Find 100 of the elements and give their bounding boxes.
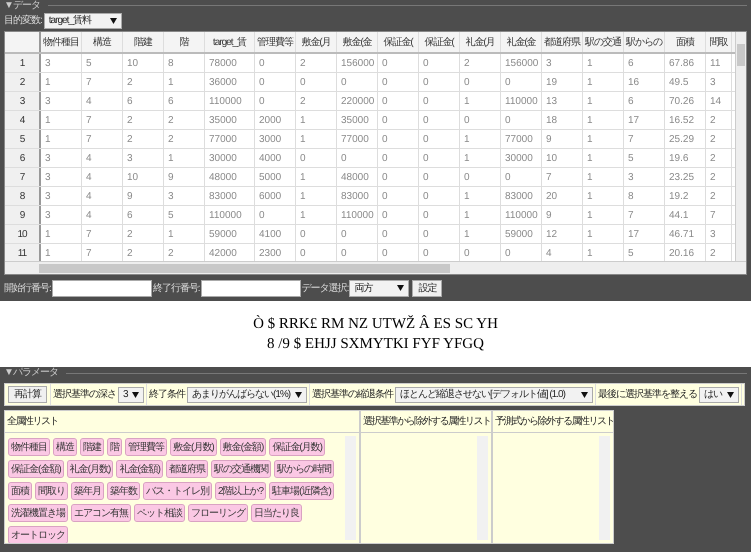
attribute-tag[interactable]: 日当たり良 (251, 504, 302, 522)
attribute-tag[interactable]: 都道府県 (166, 460, 208, 478)
attribute-tag[interactable]: 2階以上か? (215, 482, 266, 500)
attribute-tag[interactable]: 洗濯機置き場 (8, 504, 68, 522)
table-cell-text: 5 (168, 208, 174, 222)
setting-select[interactable]: ほとんど縮退させない[デフォルト値] (1.0) (395, 386, 593, 402)
table-cell-text: 83000 (209, 190, 237, 204)
attribute-tag[interactable]: 駐車場(近隣含) (269, 482, 334, 500)
table-cell-text: 6 (628, 94, 634, 108)
table-cell-text: 1 (45, 246, 51, 260)
table-cell-text: 1 (587, 228, 593, 242)
table-cell-text: 1 (300, 114, 306, 128)
attribute-tag[interactable]: オートロック (8, 526, 68, 543)
attribute-tag[interactable]: 礼金(月数) (66, 460, 114, 478)
table-cell-text: 23.25 (669, 170, 694, 184)
table-cell-text: 44.1 (669, 208, 688, 222)
row-number: 1 (20, 56, 24, 70)
column-header[interactable]: target_賃 (212, 34, 246, 50)
attribute-tag[interactable]: 管理費等 (125, 438, 167, 456)
attribute-tag[interactable]: ペット相談 (134, 504, 185, 522)
table-cell-text: 1 (587, 170, 593, 184)
attribute-tag[interactable]: 面積 (8, 482, 32, 500)
attribute-tag[interactable]: フローリング (188, 504, 248, 522)
attribute-tag[interactable]: 物件種目 (8, 438, 50, 456)
table-cell-text: 0 (423, 228, 429, 242)
table-cell-text: 0 (382, 152, 388, 166)
table-cell-text: 1 (587, 190, 593, 204)
caret-icon (581, 392, 588, 398)
table-cell-text: 1 (587, 208, 593, 222)
attribute-tag[interactable]: 保証金(月数) (269, 438, 326, 456)
column-header[interactable]: 階建 (134, 34, 152, 50)
table-cell-text: 10 (127, 56, 138, 70)
column-header[interactable]: 礼金(月 (465, 34, 495, 50)
attribute-tag[interactable]: 築年数 (107, 482, 140, 500)
attribute-tag[interactable]: 構造 (53, 438, 77, 456)
table-cell-text: 1 (300, 170, 306, 184)
column-header[interactable]: 保証金( (383, 34, 413, 50)
table-cell-text: 1 (464, 208, 470, 222)
column-header[interactable]: 保証金( (424, 34, 454, 50)
attribute-tag[interactable]: 築年月 (71, 482, 104, 500)
table-cell-text: 1 (45, 228, 51, 242)
attribute-tag[interactable]: 敷金(月数) (170, 438, 217, 456)
setting-select[interactable]: はい (699, 386, 739, 402)
table-cell-text: 3 (45, 208, 51, 222)
vertical-scrollbar[interactable] (735, 32, 746, 261)
attribute-tag[interactable]: 階 (107, 438, 122, 456)
table-cell-text: 19 (546, 76, 558, 90)
attribute-tag[interactable]: 間取り (35, 482, 68, 500)
column-header[interactable]: 面積 (676, 34, 694, 50)
attribute-tag[interactable]: 駅からの時間 (274, 460, 334, 478)
column-header[interactable]: 敷金(金 (342, 34, 372, 50)
target-select[interactable]: target_賃料 (44, 12, 122, 28)
horizontal-scrollbar[interactable] (5, 261, 746, 274)
column-header[interactable]: 駅の交通 (585, 34, 621, 50)
setting-select[interactable]: あまりがんばらない(1%) (187, 386, 307, 402)
column-header[interactable]: 都道府県 (544, 34, 580, 50)
column-header[interactable]: 間取 (710, 34, 728, 50)
column-header[interactable]: 物件種目 (43, 34, 79, 50)
row-number: 2 (20, 76, 24, 90)
setting-select[interactable]: 3 (118, 386, 144, 402)
data-select[interactable]: 両方 (349, 280, 410, 296)
table-cell-text: 2 (710, 246, 716, 260)
attribute-tag[interactable]: 礼金(金額) (116, 460, 164, 478)
table-cell-text: 0 (464, 76, 470, 90)
table-cell-text: 4 (86, 152, 92, 166)
table-cell-text: 8 (168, 56, 174, 70)
table-cell-text: 110000 (209, 94, 242, 108)
table-cell-text: 6 (628, 56, 634, 70)
column-header[interactable]: 管理費等 (257, 34, 293, 50)
table-cell-text: 3 (45, 152, 51, 166)
attribute-tag[interactable]: エアコン有無 (71, 504, 131, 522)
attribute-tag[interactable]: 保証金(金額) (8, 460, 64, 478)
table-cell-text: 5 (628, 246, 634, 260)
table-cell-text: 49.5 (669, 76, 688, 90)
attribute-tag[interactable]: 駅の交通機関 (211, 460, 272, 478)
column-header[interactable]: 駅からの (626, 34, 662, 50)
row-number: 11 (18, 246, 26, 260)
end-row-field[interactable] (200, 280, 301, 296)
table-cell-text: 2 (127, 246, 133, 260)
attribute-tag[interactable]: バス・トイレ別 (143, 482, 212, 500)
table-cell-text: 70.26 (669, 94, 694, 108)
setting-label: 最後に選択基準を整える (598, 388, 697, 402)
table-cell-text: 0 (382, 114, 388, 128)
table-cell-text: 78000 (209, 56, 237, 70)
caption-text: 8 /9 $ EHJJ SXMYTKI FYF YFGQ (267, 335, 484, 353)
table-cell-text: 19.2 (669, 190, 688, 204)
recalculate-button[interactable]: 再計算 (8, 386, 47, 403)
table-cell-text: 4 (86, 208, 92, 222)
start-row-field[interactable] (52, 280, 152, 296)
column-header[interactable]: 礼金(金 (506, 34, 536, 50)
attribute-tag[interactable]: 敷金(金額) (220, 438, 266, 456)
column-header[interactable]: 階 (180, 34, 188, 50)
table-cell-text: 2 (710, 190, 716, 204)
set-button[interactable]: 設定 (412, 280, 442, 296)
column-header[interactable]: 敷金(月 (301, 34, 331, 50)
column-header[interactable]: 構造 (93, 34, 111, 50)
table-cell-text: 35000 (209, 114, 237, 128)
attribute-tag[interactable]: 階建 (80, 438, 104, 456)
table-cell-text: 13 (546, 94, 558, 108)
table-cell-text: 4 (86, 190, 92, 204)
